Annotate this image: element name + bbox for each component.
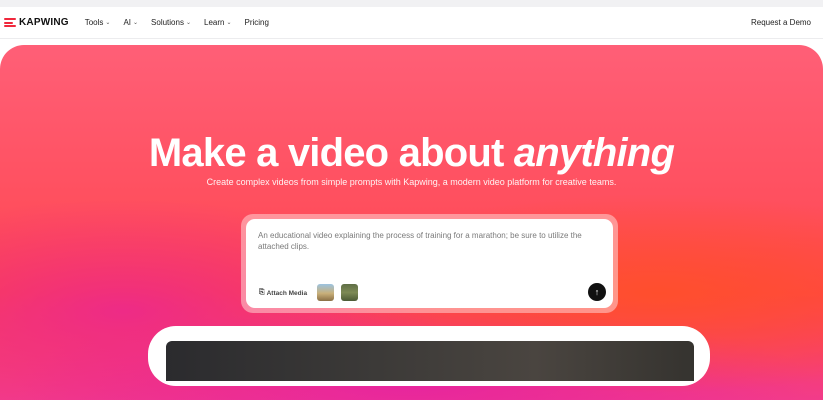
nav-item-solutions[interactable]: Solutions ⌄ <box>151 18 191 27</box>
chevron-down-icon: ⌄ <box>133 20 139 26</box>
prompt-input[interactable]: An educational video explaining the proc… <box>258 231 588 252</box>
headline-text: Make a video about <box>148 131 514 175</box>
prompt-box-frame: An educational video explaining the proc… <box>241 214 618 313</box>
kapwing-logo[interactable]: KAPWING <box>4 17 69 28</box>
paperclip-icon: ⎘ <box>259 289 265 296</box>
nav-item-label: Tools <box>84 18 104 27</box>
headline-emphasis: anything <box>513 131 675 175</box>
attach-media-label: Attach Media <box>266 289 308 297</box>
logo-text: KAPWING <box>19 17 69 28</box>
nav-item-label: Solutions <box>151 18 184 27</box>
top-nav: KAPWING Tools ⌄ AI ⌄ Solutions ⌄ Learn ⌄ Pri… <box>0 7 823 39</box>
kapwing-logo-icon <box>4 18 16 27</box>
request-demo-link[interactable]: Request a Demo <box>751 18 811 27</box>
hero-headline: Make a video about anything <box>0 131 823 176</box>
attach-media-button[interactable]: ⎘ Attach Media <box>259 289 307 297</box>
chevron-down-icon: ⌄ <box>105 20 111 26</box>
nav-item-pricing[interactable]: Pricing <box>245 18 269 27</box>
nav-item-ai[interactable]: AI ⌄ <box>123 18 138 27</box>
nav-item-label: Pricing <box>244 18 269 27</box>
arrow-up-icon: ↑ <box>594 287 600 297</box>
browser-top-strip <box>0 0 823 7</box>
chevron-down-icon: ⌄ <box>226 20 232 26</box>
nav-item-tools[interactable]: Tools ⌄ <box>85 18 111 27</box>
send-button[interactable]: ↑ <box>588 283 606 301</box>
hero-subheadline: Create complex videos from simple prompt… <box>206 177 617 187</box>
media-thumbnail[interactable] <box>341 284 358 301</box>
nav-item-learn[interactable]: Learn ⌄ <box>204 18 232 27</box>
chevron-down-icon: ⌄ <box>185 20 191 26</box>
prompt-box[interactable]: An educational video explaining the proc… <box>246 219 613 308</box>
media-thumbnail[interactable] <box>317 284 334 301</box>
nav-item-label: AI <box>123 18 132 27</box>
device-mockup-screen <box>166 341 694 381</box>
nav-item-label: Learn <box>204 18 225 27</box>
